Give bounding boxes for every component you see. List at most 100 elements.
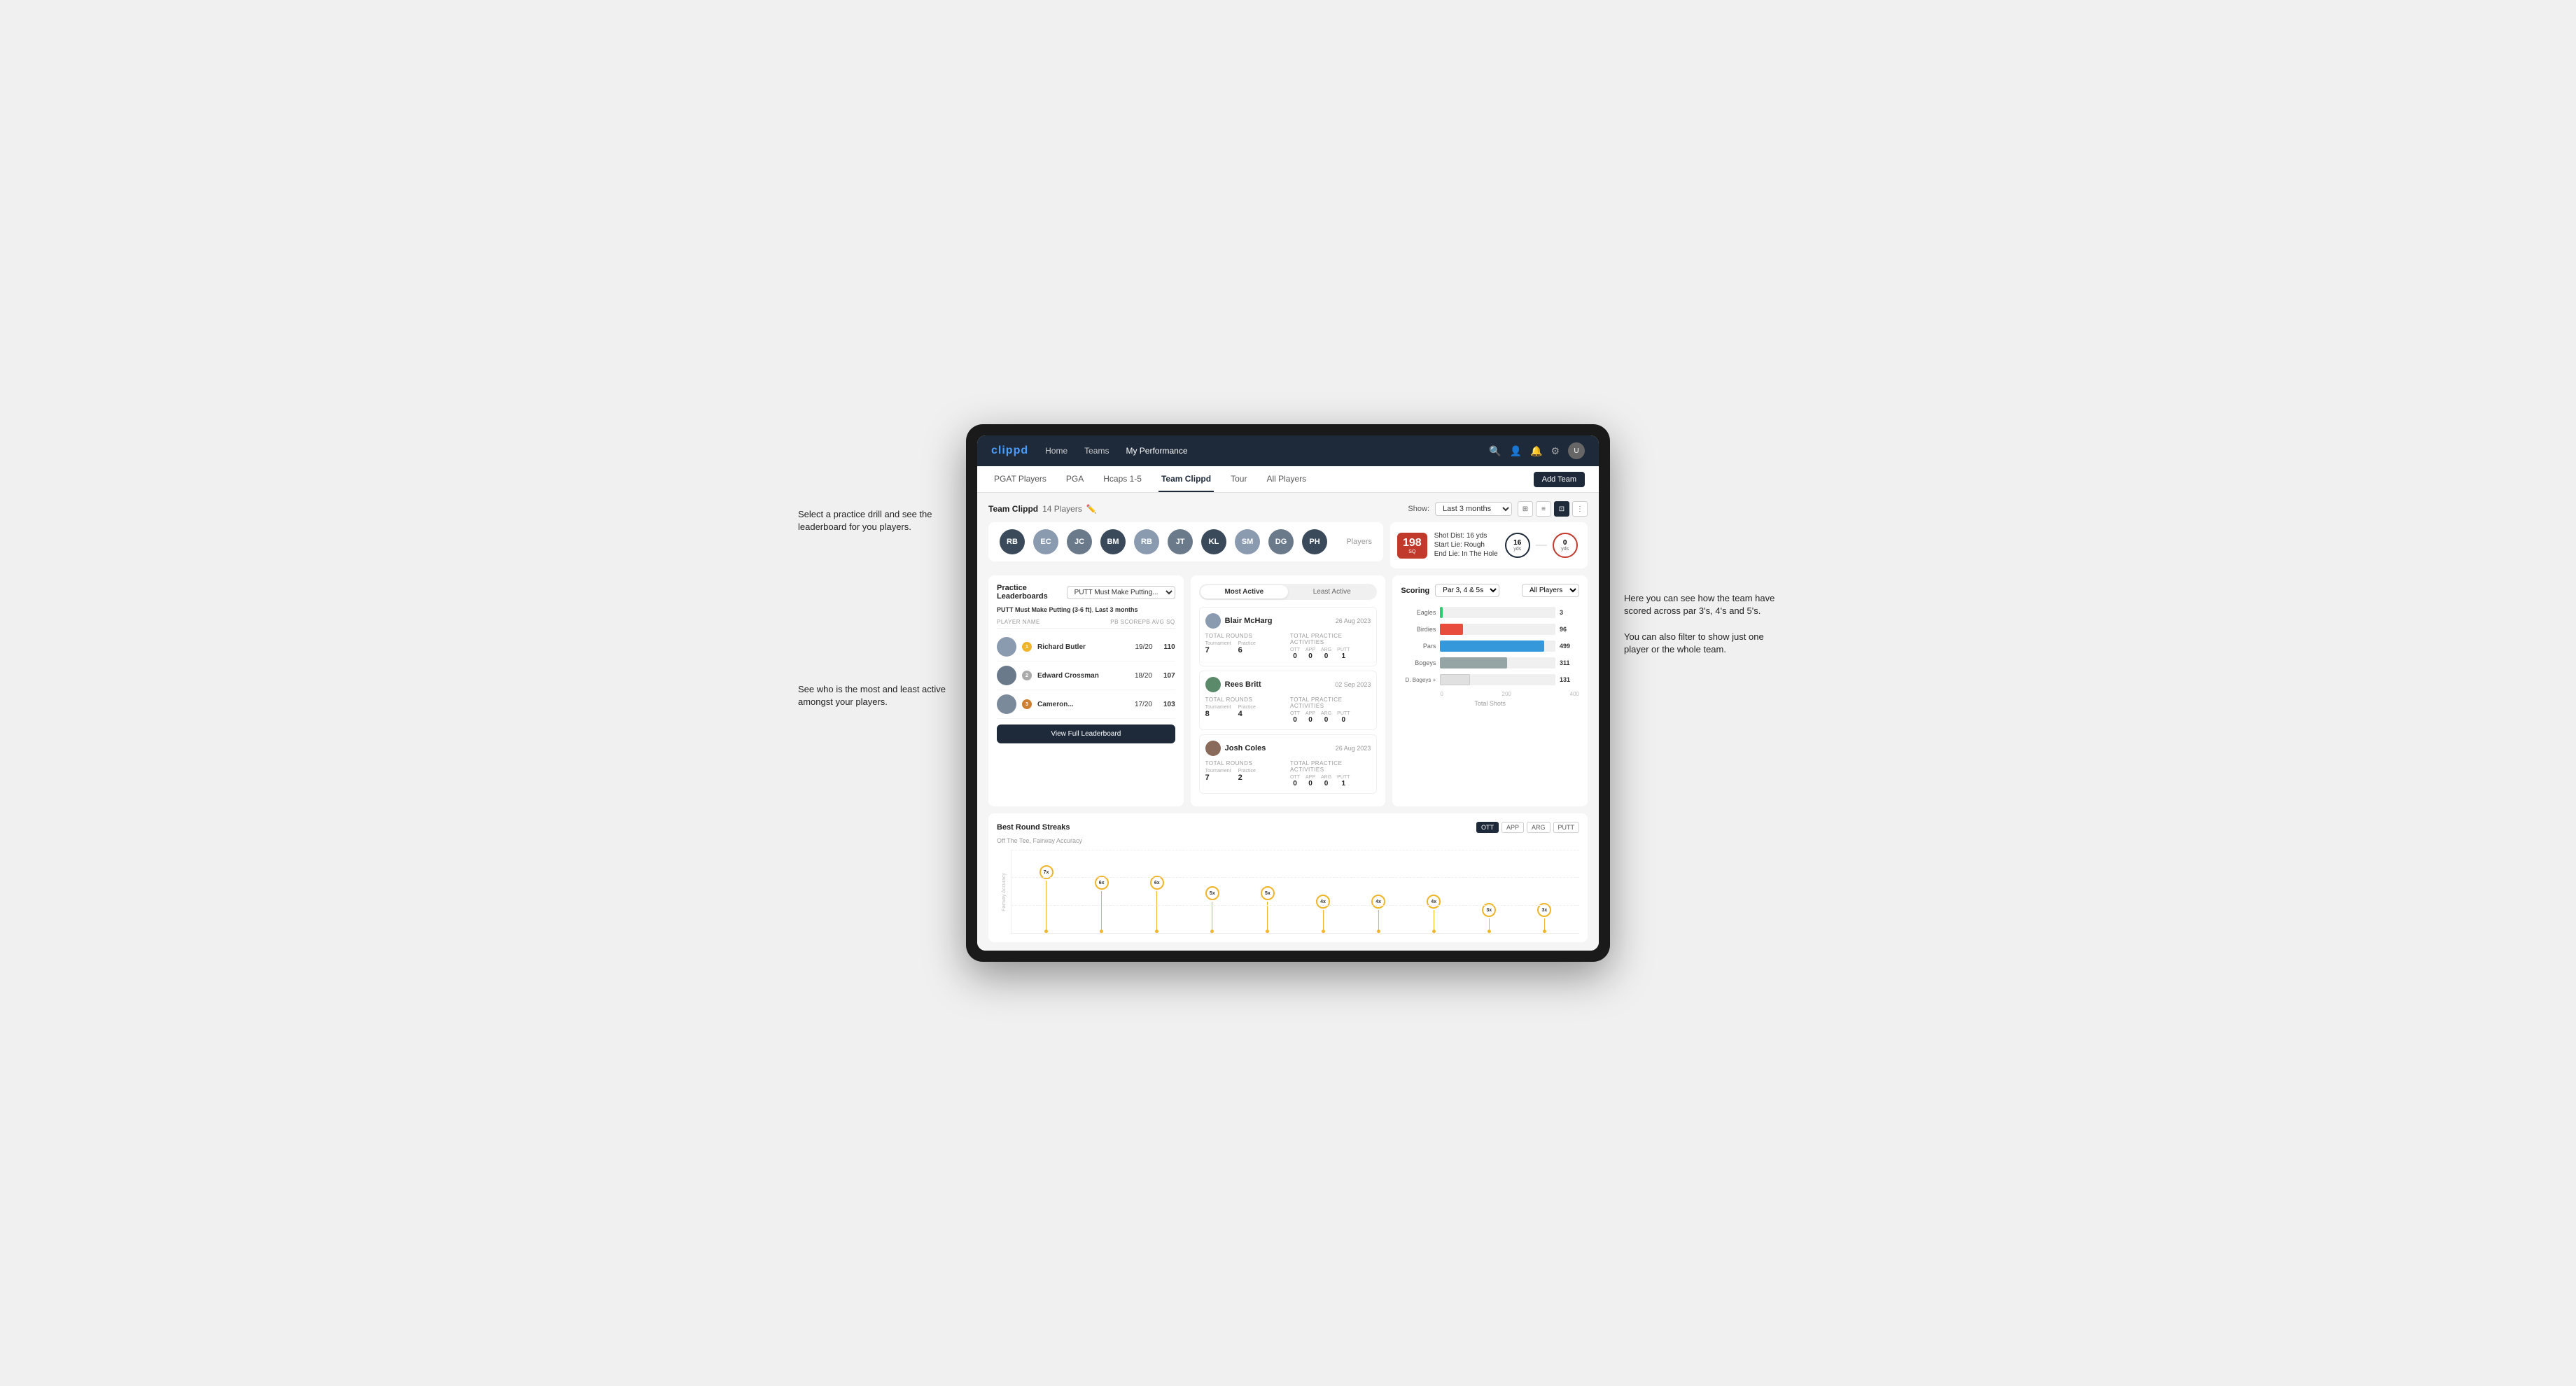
- pa-date: 26 Aug 2023: [1336, 745, 1371, 752]
- pa-stats: Total Rounds Tournament 7 Practice: [1205, 633, 1371, 660]
- streaks-btn-app[interactable]: APP: [1502, 822, 1524, 833]
- add-team-button[interactable]: Add Team: [1534, 472, 1585, 487]
- scoring-title: Scoring: [1401, 587, 1429, 595]
- tablet-frame: clippd Home Teams My Performance 🔍 👤 🔔 ⚙…: [966, 424, 1610, 962]
- navbar-links: Home Teams My Performance: [1042, 444, 1475, 457]
- lb-score: 18/20: [1135, 672, 1152, 680]
- player-avatar[interactable]: BM: [1100, 529, 1126, 554]
- subnav-pgat[interactable]: PGAT Players: [991, 467, 1049, 492]
- navbar-link-teams[interactable]: Teams: [1082, 444, 1112, 457]
- pa-stats: Total Rounds Tournament 7 Practice: [1205, 760, 1371, 788]
- activity-tabs: Most Active Least Active: [1199, 584, 1378, 600]
- yds-start: 16 yds: [1505, 533, 1530, 558]
- panel-header: Practice Leaderboards PUTT Must Make Put…: [997, 584, 1175, 601]
- tab-least-active[interactable]: Least Active: [1288, 585, 1376, 598]
- view-full-leaderboard-button[interactable]: View Full Leaderboard: [997, 724, 1175, 743]
- bar-row-dbogeys: D. Bogeys + 131: [1401, 674, 1579, 685]
- subnav-tour[interactable]: Tour: [1228, 467, 1250, 492]
- drill-select[interactable]: PUTT Must Make Putting...: [1067, 586, 1175, 599]
- scoring-header: Scoring Par 3, 4 & 5s Par 3s Par 4s Par …: [1401, 584, 1579, 597]
- streaks-subtitle: Off The Tee, Fairway Accuracy: [997, 837, 1579, 844]
- bubble-item: 7x: [1018, 865, 1074, 933]
- player-activity-card: Blair McHarg 26 Aug 2023 Total Rounds To: [1199, 607, 1378, 666]
- player-avatar[interactable]: KL: [1201, 529, 1226, 554]
- streaks-buttons: OTT APP ARG PUTT: [1476, 822, 1579, 833]
- annotation-left-1: Select a practice drill and see the lead…: [798, 508, 952, 533]
- lb-player-avatar: [997, 694, 1016, 714]
- player-avatar[interactable]: PH: [1302, 529, 1327, 554]
- pa-header: Blair McHarg 26 Aug 2023: [1205, 613, 1371, 629]
- bar-chart: Eagles 3 Birdies: [1401, 604, 1579, 710]
- users-icon[interactable]: 👤: [1510, 445, 1522, 457]
- tab-most-active[interactable]: Most Active: [1200, 585, 1288, 598]
- player-avatar[interactable]: EC: [1033, 529, 1058, 554]
- bar-row-eagles: Eagles 3: [1401, 607, 1579, 618]
- players-row: RB EC JC BM RB JT KL SM DG PH Players: [988, 522, 1383, 561]
- settings-icon[interactable]: ⚙: [1550, 445, 1560, 457]
- pa-avatar: [1205, 741, 1221, 756]
- lb-avg: 103: [1163, 701, 1175, 708]
- navbar: clippd Home Teams My Performance 🔍 👤 🔔 ⚙…: [977, 435, 1599, 466]
- view-list-icon[interactable]: ≡: [1536, 501, 1551, 517]
- show-period-select[interactable]: Last 3 months Last 6 months Last 12 mont…: [1435, 502, 1512, 516]
- player-avatar[interactable]: SM: [1235, 529, 1260, 554]
- par-filter-select[interactable]: Par 3, 4 & 5s Par 3s Par 4s Par 5s: [1435, 584, 1499, 597]
- bubble-item: 4x: [1295, 895, 1350, 933]
- navbar-right: 🔍 👤 🔔 ⚙ U: [1489, 442, 1585, 459]
- y-axis-label: Fairway Accuracy: [1002, 873, 1007, 911]
- bar-fill-eagles: [1440, 607, 1442, 618]
- pa-date: 26 Aug 2023: [1336, 617, 1371, 624]
- lb-score: 17/20: [1135, 701, 1152, 708]
- lb-avg: 107: [1163, 672, 1175, 680]
- subnav-team-clippd[interactable]: Team Clippd: [1158, 467, 1214, 492]
- player-avatar[interactable]: JT: [1168, 529, 1193, 554]
- streaks-btn-putt[interactable]: PUTT: [1553, 822, 1580, 833]
- lb-player-name: Edward Crossman: [1037, 672, 1129, 680]
- player-activity-card: Rees Britt 02 Sep 2023 Total Rounds Tour: [1199, 671, 1378, 730]
- shot-badge: 198 SQ: [1397, 533, 1427, 559]
- chart-area: 7x 6x 6x: [1011, 850, 1579, 934]
- streaks-btn-arg[interactable]: ARG: [1527, 822, 1550, 833]
- pa-practice-activities: Total Practice Activities OTT 0 APP: [1290, 696, 1371, 724]
- bar-axis: 0200400: [1401, 691, 1579, 697]
- avatar[interactable]: U: [1568, 442, 1585, 459]
- panel-title: Practice Leaderboards: [997, 584, 1067, 601]
- lb-row: 1 Richard Butler 19/20 110: [997, 633, 1175, 662]
- subnav-all-players[interactable]: All Players: [1264, 467, 1309, 492]
- subnav-hcaps[interactable]: Hcaps 1-5: [1100, 467, 1144, 492]
- lb-player-avatar: [997, 637, 1016, 657]
- player-avatar[interactable]: DG: [1268, 529, 1294, 554]
- view-icons: ⊞ ≡ ⊡ ⋮: [1518, 501, 1588, 517]
- lb-row: 2 Edward Crossman 18/20 107: [997, 662, 1175, 690]
- streaks-chart: Fairway Accuracy 7x: [997, 850, 1579, 934]
- shot-card: 198 SQ Shot Dist: 16 yds Start Lie: Roug…: [1390, 522, 1588, 568]
- lb-row: 3 Cameron... 17/20 103: [997, 690, 1175, 719]
- player-avatar[interactable]: RB: [1134, 529, 1159, 554]
- player-filter-select[interactable]: All Players: [1522, 584, 1579, 597]
- lb-badge-silver: 2: [1022, 671, 1032, 680]
- view-table-icon[interactable]: ⋮: [1572, 501, 1588, 517]
- view-grid-icon[interactable]: ⊞: [1518, 501, 1533, 517]
- pa-player-name: Rees Britt: [1205, 677, 1261, 692]
- pa-player-name: Blair McHarg: [1205, 613, 1273, 629]
- subnav: PGAT Players PGA Hcaps 1-5 Team Clippd T…: [977, 466, 1599, 493]
- player-avatar[interactable]: JC: [1067, 529, 1092, 554]
- view-card-icon[interactable]: ⊡: [1554, 501, 1569, 517]
- bubble-item: 4x: [1406, 895, 1462, 933]
- bell-icon[interactable]: 🔔: [1530, 445, 1542, 457]
- navbar-link-performance[interactable]: My Performance: [1123, 444, 1190, 457]
- bubble-item: 5x: [1240, 886, 1295, 933]
- pa-practice-activities: Total Practice Activities OTT 0 APP: [1290, 633, 1371, 660]
- subnav-pga[interactable]: PGA: [1063, 467, 1086, 492]
- show-controls: Show: Last 3 months Last 6 months Last 1…: [1408, 501, 1588, 517]
- edit-icon[interactable]: ✏️: [1086, 504, 1097, 514]
- yds-end: 0 yds: [1553, 533, 1578, 558]
- player-avatar[interactable]: RB: [1000, 529, 1025, 554]
- lb-header: PLAYER NAME PB SCORE PB AVG SQ: [997, 619, 1175, 629]
- navbar-link-home[interactable]: Home: [1042, 444, 1070, 457]
- search-icon[interactable]: 🔍: [1489, 445, 1501, 457]
- streaks-btn-ott[interactable]: OTT: [1476, 822, 1499, 833]
- pa-total-rounds: Total Rounds Tournament 7 Practice: [1205, 760, 1286, 788]
- streaks-title: Best Round Streaks: [997, 823, 1070, 832]
- bar-fill-bogeys: [1440, 657, 1507, 668]
